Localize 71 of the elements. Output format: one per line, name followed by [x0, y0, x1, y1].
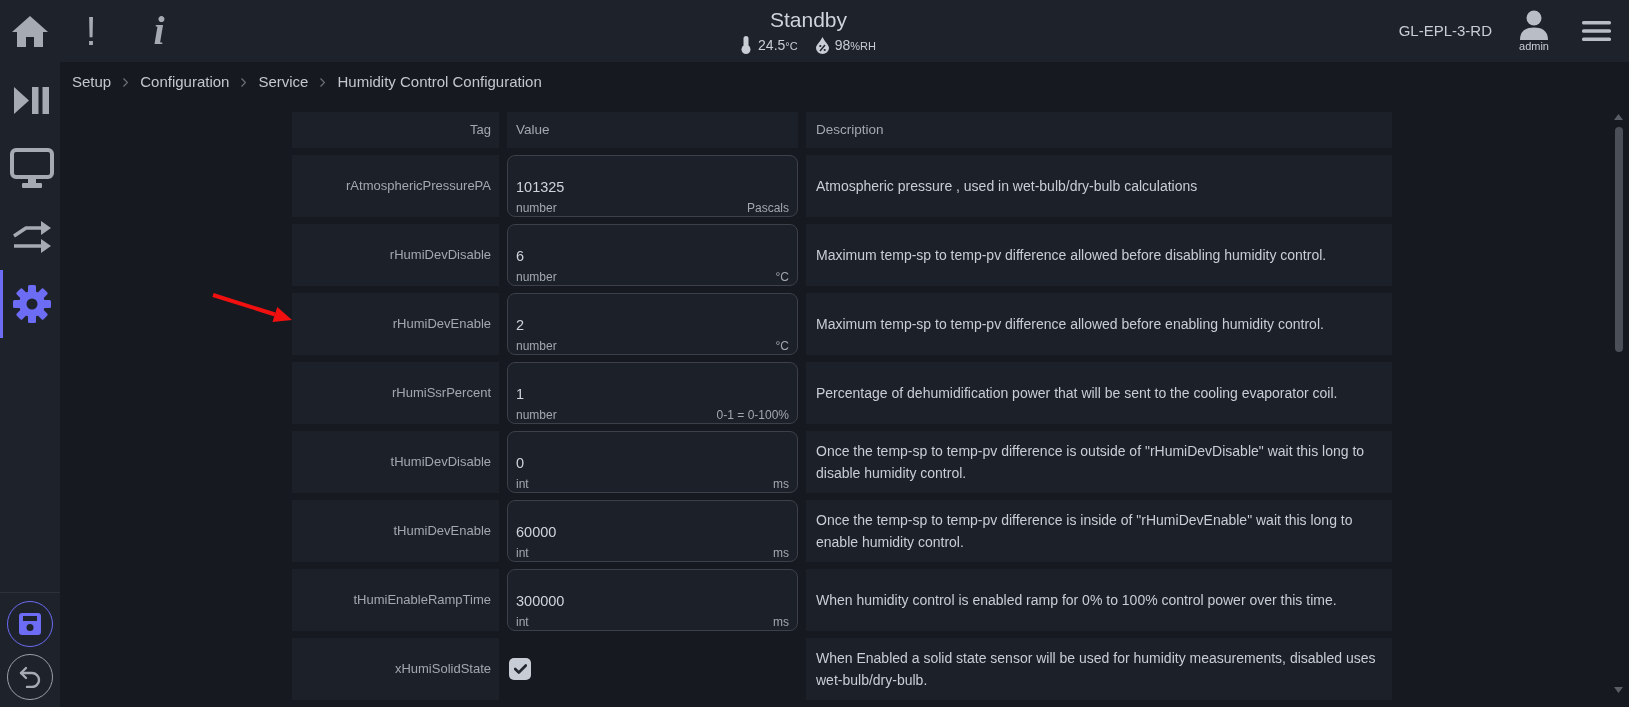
breadcrumb-link[interactable]: Configuration: [140, 70, 230, 94]
arrows-icon: [12, 219, 51, 253]
tag-cell: tHumiEnableRampTime: [292, 569, 499, 631]
chevron-icon: [123, 77, 129, 87]
play-pause-icon: [13, 86, 50, 114]
type-hint: number: [516, 339, 557, 353]
status-title: Standby: [769, 7, 848, 33]
temperature-reading: 24.5°C: [758, 35, 798, 55]
save-icon: [19, 613, 41, 635]
value-field[interactable]: 2 number °C: [507, 293, 798, 355]
chevron-icon: [320, 77, 326, 87]
tag-cell: xHumiSolidState: [292, 638, 499, 700]
value-field[interactable]: 1 number 0-1 = 0-100%: [507, 362, 798, 424]
tag-cell: rHumiDevEnable: [292, 293, 499, 355]
description-cell: Once the temp-sp to temp-pv difference is inside of "rHumiDevEnable" wait this long to enable humidity control.: [806, 500, 1392, 562]
value-field[interactable]: 6 number °C: [507, 224, 798, 286]
info-button[interactable]: i: [137, 9, 181, 53]
type-hint: int: [516, 615, 529, 629]
description-cell: Percentage of dehumidification power that will be sent to the cooling evaporator coil.: [806, 362, 1392, 424]
device-name: GL-EPL-3-RD: [1398, 20, 1492, 41]
unit-label: ms: [773, 477, 789, 491]
description-cell: Once the temp-sp to temp-pv difference is outside of "rHumiDevDisable" wait this long to disable humidity control.: [806, 431, 1392, 493]
humidity-reading: 98%RH: [834, 35, 876, 55]
type-hint: number: [516, 408, 557, 422]
tag-cell: tHumiDevEnable: [292, 500, 499, 562]
column-header: Value: [507, 112, 798, 148]
description-cell: Maximum temp-sp to temp-pv difference allowed before disabling humidity control.: [806, 224, 1392, 286]
breadcrumb-link[interactable]: Service: [258, 70, 309, 94]
scrollbar-thumb[interactable]: [1614, 127, 1623, 352]
type-hint: number: [516, 201, 557, 215]
unit-label: ms: [773, 615, 789, 629]
column-header: Description: [806, 112, 1392, 148]
description-cell: Maximum temp-sp to temp-pv difference allowed before enabling humidity control.: [806, 293, 1392, 355]
check-icon: [513, 664, 527, 674]
value-field[interactable]: 300000 int ms: [507, 569, 798, 631]
value-field[interactable]: 101325 number Pascals: [507, 155, 798, 217]
undo-icon: [19, 666, 41, 688]
column-header: Tag: [292, 112, 499, 148]
unit-label: ms: [773, 546, 789, 560]
description-cell: When humidity control is enabled ramp for 0% to 100% control power over this time.: [806, 569, 1392, 631]
breadcrumb-link[interactable]: Humidity Control Configuration: [337, 70, 542, 94]
description-cell: Atmospheric pressure , used in wet-bulb/dry-bulb calculations: [806, 155, 1392, 217]
value-field[interactable]: 60000 int ms: [507, 500, 798, 562]
unit-label: Pascals: [746, 201, 789, 215]
home-icon: [11, 15, 49, 47]
settings-icon: [11, 284, 52, 324]
menu-button[interactable]: [1582, 21, 1611, 41]
checkbox[interactable]: [509, 658, 531, 680]
alerts-button[interactable]: !: [69, 9, 113, 53]
type-hint: number: [516, 270, 557, 284]
humidity-icon: [815, 36, 829, 54]
monitor-icon: [9, 148, 54, 188]
unit-label: °C: [775, 339, 789, 353]
user-button[interactable]: admin: [1512, 9, 1556, 53]
user-icon: [1519, 9, 1549, 40]
chevron-icon: [241, 77, 247, 87]
scroll-up-icon[interactable]: [1614, 114, 1623, 120]
tag-cell: rHumiDevDisable: [292, 224, 499, 286]
scroll-down-icon[interactable]: [1614, 687, 1623, 693]
description-cell: When Enabled a solid state sensor will be used for humidity measurements, disabled uses wet-bulb/dry-bulb.: [806, 638, 1392, 700]
type-hint: int: [516, 546, 529, 560]
type-hint: int: [516, 477, 529, 491]
tag-cell: tHumiDevDisable: [292, 431, 499, 493]
breadcrumb-link[interactable]: Setup: [72, 70, 112, 94]
unit-label: 0-1 = 0-100%: [716, 408, 789, 422]
tag-cell: rAtmosphericPressurePA: [292, 155, 499, 217]
thermometer-icon: [741, 36, 752, 54]
tag-cell: rHumiSsrPercent: [292, 362, 499, 424]
unit-label: °C: [775, 270, 789, 284]
menu-icon: [1582, 21, 1611, 41]
value-field[interactable]: 0 int ms: [507, 431, 798, 493]
